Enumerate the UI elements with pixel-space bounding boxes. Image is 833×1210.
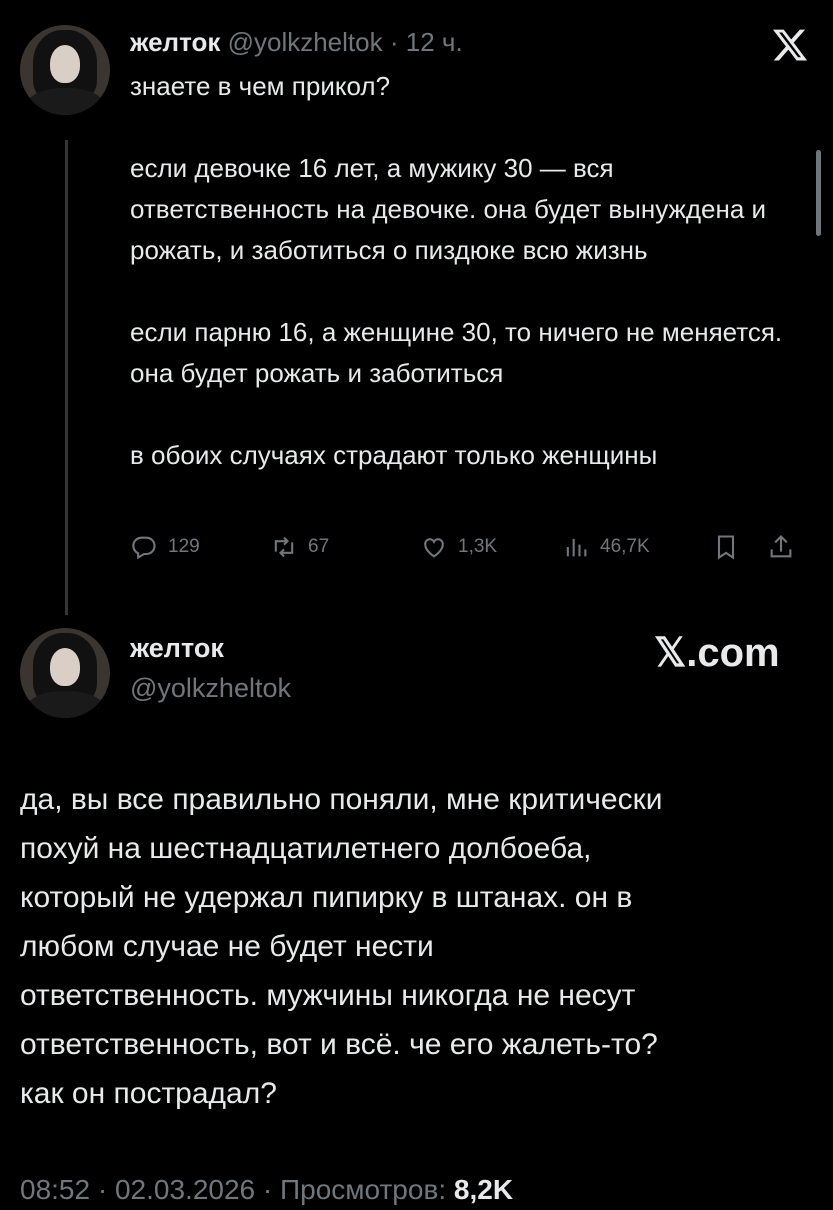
reply-icon — [132, 536, 156, 560]
tweet-header: желток @yolkzheltok · 12 ч. — [130, 25, 463, 59]
scrollbar[interactable] — [816, 150, 821, 236]
views-icon — [566, 538, 587, 557]
tweet-line: ответственность. мужчины никогда не несу… — [20, 979, 636, 1012]
bookmark-icon — [717, 535, 735, 560]
brand-label: 𝕏.com — [654, 631, 780, 675]
avatar[interactable] — [20, 628, 110, 718]
tweet-paragraph: если парню 16, а женщине 30, то ничего н… — [130, 317, 783, 388]
x-logo-icon[interactable] — [770, 26, 810, 64]
tweet-footer: 08:52 · 02.03.2026 · Просмотров: 8,2K — [20, 1170, 513, 1210]
views-count: 46,7K — [600, 536, 650, 557]
separator: · — [389, 27, 399, 57]
views-button[interactable]: 46,7K — [562, 533, 650, 561]
tweet-date[interactable]: 02.03.2026 — [115, 1174, 255, 1205]
repost-icon — [274, 536, 294, 558]
share-button[interactable] — [767, 533, 795, 561]
tweet-time[interactable]: 12 ч. — [406, 27, 463, 57]
tweet-line: который не удержал пипирку в штанах. он … — [20, 881, 633, 914]
tweet-line: как он пострадал? — [20, 1077, 277, 1110]
author-name[interactable]: желток — [130, 633, 224, 664]
reply-button[interactable]: 129 — [130, 533, 200, 561]
tweet-body: знаете в чем прикол? если девочке 16 лет… — [130, 66, 800, 476]
repost-button[interactable]: 67 — [270, 533, 329, 561]
like-button[interactable]: 1,3K — [420, 533, 497, 561]
repost-count: 67 — [308, 536, 330, 557]
tweet-actions: 129 67 1,3K 46,7K — [130, 533, 810, 569]
separator: · — [97, 1174, 108, 1205]
tweet-paragraph: в обоих случаях страдают только женщины — [130, 440, 658, 470]
tweet-time[interactable]: 08:52 — [20, 1174, 90, 1205]
tweet-line: похуй на шестнадцатилетнего долбоеба, — [20, 832, 592, 865]
thread-line — [65, 140, 68, 615]
tweet-body: да, вы все правильно поняли, мне критиче… — [20, 775, 820, 1118]
author-handle[interactable]: @yolkzheltok — [130, 673, 291, 704]
tweet-line: ответственность, вот и всё. че его жалет… — [20, 1028, 658, 1061]
bookmark-button[interactable] — [712, 533, 740, 561]
like-icon — [424, 538, 444, 558]
views-count: 8,2K — [453, 1174, 514, 1205]
tweet-line: да, вы все правильно поняли, мне критиче… — [20, 783, 663, 816]
share-icon — [770, 535, 792, 558]
separator: · — [262, 1174, 273, 1205]
like-count: 1,3K — [458, 536, 498, 557]
avatar[interactable] — [20, 25, 110, 115]
tweet-paragraph: если девочке 16 лет, а мужику 30 — вся о… — [130, 153, 767, 265]
views-label: Просмотров: — [280, 1174, 447, 1205]
reply-count: 129 — [168, 536, 200, 557]
author-name[interactable]: желток — [130, 27, 220, 57]
tweet-line: любом случае не будет нести — [20, 930, 434, 963]
tweet-paragraph: знаете в чем прикол? — [130, 71, 391, 101]
author-handle[interactable]: @yolkzheltok — [228, 27, 383, 57]
